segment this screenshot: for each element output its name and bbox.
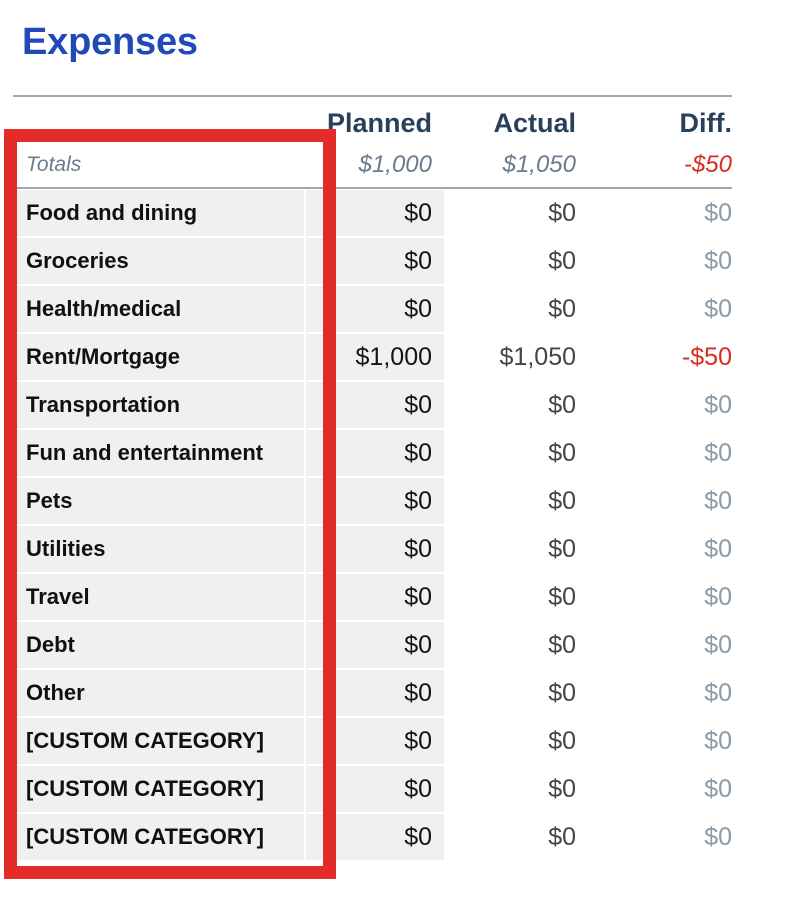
table-row[interactable]: [CUSTOM CATEGORY] $0 $0 $0	[13, 765, 732, 813]
row-planned-cell[interactable]: $0	[312, 718, 444, 764]
column-header-actual: Actual	[493, 107, 576, 138]
table-row[interactable]: Debt $0 $0 $0	[13, 621, 732, 669]
row-planned-cell[interactable]: $0	[312, 430, 444, 476]
row-actual-cell[interactable]: $0	[444, 574, 582, 620]
row-planned-cell[interactable]: $1,000	[312, 334, 444, 380]
column-header-planned: Planned	[326, 107, 432, 138]
row-planned-cell[interactable]: $0	[312, 622, 444, 668]
row-category-cell[interactable]: Debt	[13, 622, 306, 668]
table-row[interactable]: Fun and entertainment $0 $0 $0	[13, 429, 732, 477]
row-planned-cell[interactable]: $0	[312, 766, 444, 812]
row-category-cell[interactable]: Food and dining	[13, 190, 306, 236]
row-category-cell[interactable]: Groceries	[13, 238, 306, 284]
row-diff-cell: $0	[704, 823, 732, 851]
row-actual-cell[interactable]: $0	[444, 622, 582, 668]
table-row[interactable]: Food and dining $0 $0 $0	[13, 189, 732, 237]
totals-diff-value: -$50	[683, 150, 732, 178]
row-category-cell[interactable]: [CUSTOM CATEGORY]	[13, 718, 306, 764]
totals-planned-value: $1,000	[358, 150, 432, 178]
row-category-cell[interactable]: Pets	[13, 478, 306, 524]
row-actual-cell[interactable]: $0	[444, 478, 582, 524]
table-row[interactable]: Utilities $0 $0 $0	[13, 525, 732, 573]
table-header-row: Planned Actual Diff.	[13, 104, 732, 142]
table-row[interactable]: Pets $0 $0 $0	[13, 477, 732, 525]
row-planned-cell[interactable]: $0	[312, 814, 444, 860]
row-diff-cell: $0	[704, 535, 732, 563]
row-planned-cell[interactable]: $0	[312, 574, 444, 620]
row-diff-cell: $0	[704, 631, 732, 659]
row-planned-cell[interactable]: $0	[312, 238, 444, 284]
table-row[interactable]: [CUSTOM CATEGORY] $0 $0 $0	[13, 813, 732, 861]
row-planned-cell[interactable]: $0	[312, 670, 444, 716]
row-diff-cell: $0	[704, 487, 732, 515]
row-actual-cell[interactable]: $0	[444, 718, 582, 764]
expenses-table: Planned Actual Diff. Totals $1,000 $1,05…	[13, 104, 732, 861]
row-category-cell[interactable]: Other	[13, 670, 306, 716]
row-category-cell[interactable]: Transportation	[13, 382, 306, 428]
table-row[interactable]: Travel $0 $0 $0	[13, 573, 732, 621]
table-row[interactable]: Health/medical $0 $0 $0	[13, 285, 732, 333]
row-category-cell[interactable]: Utilities	[13, 526, 306, 572]
totals-label: Totals	[26, 152, 82, 176]
row-planned-cell[interactable]: $0	[312, 382, 444, 428]
table-row[interactable]: Other $0 $0 $0	[13, 669, 732, 717]
page-title: Expenses	[22, 21, 198, 63]
row-category-cell[interactable]: Rent/Mortgage	[13, 334, 306, 380]
row-diff-cell: $0	[704, 247, 732, 275]
table-row[interactable]: Transportation $0 $0 $0	[13, 381, 732, 429]
row-diff-cell: $0	[704, 679, 732, 707]
table-row[interactable]: Rent/Mortgage $1,000 $1,050 -$50	[13, 333, 732, 381]
row-category-cell[interactable]: [CUSTOM CATEGORY]	[13, 766, 306, 812]
row-actual-cell[interactable]: $0	[444, 190, 582, 236]
row-diff-cell: $0	[704, 391, 732, 419]
row-actual-cell[interactable]: $0	[444, 526, 582, 572]
totals-row: Totals $1,000 $1,050 -$50	[13, 142, 732, 189]
row-category-cell[interactable]: [CUSTOM CATEGORY]	[13, 814, 306, 860]
table-body: Food and dining $0 $0 $0 Groceries $0 $0 $0 Heal…	[13, 189, 732, 861]
row-planned-cell[interactable]: $0	[312, 190, 444, 236]
table-row[interactable]: Groceries $0 $0 $0	[13, 237, 732, 285]
row-actual-cell[interactable]: $0	[444, 430, 582, 476]
row-diff-cell: $0	[704, 583, 732, 611]
row-category-cell[interactable]: Health/medical	[13, 286, 306, 332]
row-category-cell[interactable]: Fun and entertainment	[13, 430, 306, 476]
column-header-diff: Diff.	[679, 107, 732, 138]
row-category-cell[interactable]: Travel	[13, 574, 306, 620]
row-actual-cell[interactable]: $0	[444, 814, 582, 860]
row-planned-cell[interactable]: $0	[312, 526, 444, 572]
row-planned-cell[interactable]: $0	[312, 478, 444, 524]
row-diff-cell: $0	[704, 199, 732, 227]
totals-actual-value: $1,050	[502, 150, 576, 178]
title-divider	[13, 95, 732, 97]
row-actual-cell[interactable]: $0	[444, 766, 582, 812]
row-diff-cell: $0	[704, 439, 732, 467]
row-actual-cell[interactable]: $0	[444, 670, 582, 716]
row-actual-cell[interactable]: $0	[444, 238, 582, 284]
row-diff-cell: -$50	[681, 343, 732, 371]
row-planned-cell[interactable]: $0	[312, 286, 444, 332]
row-diff-cell: $0	[704, 775, 732, 803]
row-actual-cell[interactable]: $1,050	[444, 334, 582, 380]
row-diff-cell: $0	[704, 727, 732, 755]
table-row[interactable]: [CUSTOM CATEGORY] $0 $0 $0	[13, 717, 732, 765]
row-actual-cell[interactable]: $0	[444, 286, 582, 332]
row-diff-cell: $0	[704, 295, 732, 323]
row-actual-cell[interactable]: $0	[444, 382, 582, 428]
expenses-budget-page: Expenses Planned Actual Diff. Totals $1,…	[0, 0, 796, 900]
